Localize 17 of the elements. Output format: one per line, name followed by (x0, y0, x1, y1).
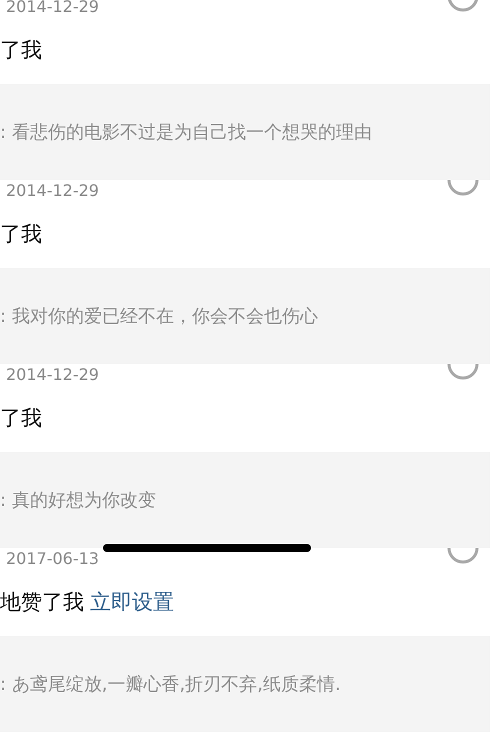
date-text: 2017-06-13 (5, 548, 99, 570)
ring-icon[interactable] (446, 0, 480, 12)
quote-text: : 我对你的爱已经不在，你会不会也伤心 (0, 304, 318, 328)
notification-text: 了我 (0, 405, 42, 432)
quote-text: : 真的好想为你改变 (0, 488, 156, 512)
date-text: 2014-12-29 (5, 180, 99, 202)
notification-text: 地赞了我 (0, 589, 84, 616)
quote-text: : あ鸢尾绽放,一瓣心香,折刃不弃,纸质柔情. (0, 672, 341, 696)
ring-icon[interactable] (446, 364, 480, 380)
settings-link[interactable]: 立即设置 (90, 587, 174, 619)
ring-icon[interactable] (446, 548, 480, 564)
quote-text: : 看悲伤的电影不过是为自己找一个想哭的理由 (0, 120, 372, 144)
date-text: 2014-12-29 (5, 364, 99, 386)
ring-icon[interactable] (446, 180, 480, 196)
notification-text: 了我 (0, 37, 42, 64)
date-text: 2014-12-29 (5, 0, 99, 18)
notification-text: 了我 (0, 221, 42, 248)
